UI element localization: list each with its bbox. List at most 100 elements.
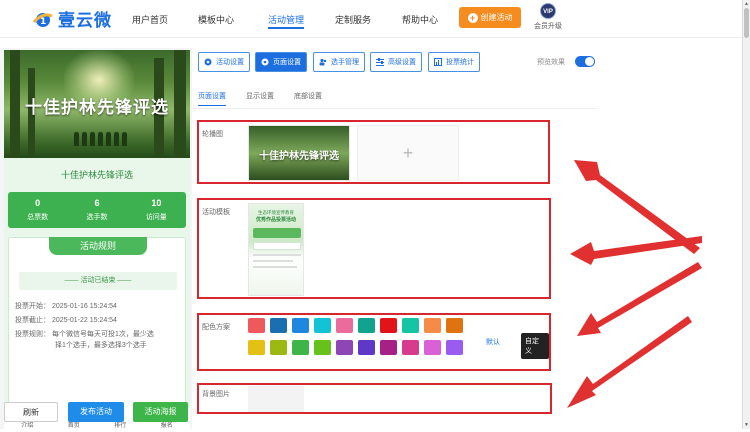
phone-preview[interactable]: 十佳护林先锋评选 十佳护林先锋评选 0 总票数 6 选手数 10 访问量 活动规… [4,50,190,408]
create-activity-button[interactable]: + 创建活动 [459,7,521,28]
tab-vote-stats[interactable]: 投票统计 [428,52,480,72]
logo-icon: 1 [32,8,54,30]
template-card [253,242,301,250]
template-line [253,266,297,268]
scroll-down-icon[interactable]: ▼ [744,422,749,428]
carousel-section: 轮播图 十佳护林先锋评选 + [197,120,550,184]
color-swatch[interactable] [358,318,375,333]
preview-app-title: 十佳护林先锋评选 [60,170,133,180]
add-carousel-button[interactable]: + [357,125,459,181]
activity-ended-notice: —— 活动已结束 —— [19,272,177,290]
template-section: 活动模板 生态环境宣传教育 优秀作品投票活动 [197,198,551,299]
preview-banner: 十佳护林先锋评选 [4,50,190,158]
tab-label: 活动设置 [216,59,244,66]
stat-label: 选手数 [86,214,108,221]
settings-area: 活动设置 页面设置 选手管理 高级设置 投票统计 预览效果 页面设置 显示设置 … [192,38,742,429]
color-swatch[interactable] [248,318,265,333]
tab-activity-settings[interactable]: 活动设置 [198,52,250,72]
color-swatch[interactable] [292,318,309,333]
rules-card: 活动规则 —— 活动已结束 —— 投票开始： 2025-01-16 15:24:… [8,237,186,408]
color-swatch[interactable] [402,318,419,333]
color-swatch[interactable] [446,340,463,355]
template-label: 活动模板 [202,209,230,216]
nav-help[interactable]: 帮助中心 [402,13,438,26]
person-shape [74,132,79,146]
preview-toggle[interactable] [575,56,595,67]
banner-title: 十佳护林先锋评选 [25,98,169,117]
color-swatch[interactable] [336,340,353,355]
reset-button[interactable]: 刷新 [4,402,58,422]
vip-badge-icon: VIP [540,3,556,19]
subtab-footer-settings[interactable]: 底部设置 [294,91,322,101]
color-swatch[interactable] [380,340,397,355]
nav-custom-service[interactable]: 定制服务 [335,13,371,26]
poster-button[interactable]: 活动海报 [133,402,188,422]
template-title-2: 优秀作品投票活动 [255,217,296,223]
color-swatch[interactable] [424,318,441,333]
stat-value: 6 [94,198,100,208]
tab-advanced-settings[interactable]: 高级设置 [370,52,422,72]
carousel-label: 轮播图 [202,131,223,138]
color-swatch[interactable] [270,340,287,355]
plus-icon: + [467,12,478,23]
stat-contestants: 6 选手数 [67,192,126,228]
top-navbar: 1 壹云微 用户首页 模板中心 活动管理 定制服务 帮助中心 + 创建活动 VI… [0,0,742,38]
subtab-display-settings[interactable]: 显示设置 [246,91,274,101]
custom-color-button[interactable]: 自定义 [521,333,549,359]
vote-start-line: 投票开始： 2025-01-16 15:24:54 [15,303,117,310]
color-swatch[interactable] [336,318,353,333]
background-image-label: 背景图片 [202,391,230,398]
rules-title: 活动规则 [49,237,147,255]
publish-button[interactable]: 发布活动 [68,402,124,422]
person-shape [106,132,111,146]
vote-end-line: 投票截止： 2025-01-22 15:24:54 [15,317,117,324]
color-swatch[interactable] [292,340,309,355]
default-color-link[interactable]: 默认 [486,337,500,347]
subtab-page-settings[interactable]: 页面设置 [198,91,226,106]
template-thumbnail[interactable]: 生态环境宣传教育 优秀作品投票活动 [248,203,304,296]
tab-contestant-manage[interactable]: 选手管理 [313,52,365,72]
vip-label: 会员升级 [534,23,562,30]
stat-value: 10 [151,198,162,208]
stat-label: 访问量 [145,214,167,221]
stat-label: 总票数 [27,214,49,221]
tab-label: 页面设置 [273,59,301,66]
tab-page-settings[interactable]: 页面设置 [255,52,307,72]
brand-name: 壹云微 [58,11,112,30]
color-swatch[interactable] [446,318,463,333]
svg-text:1: 1 [40,17,46,27]
color-swatch[interactable] [314,340,331,355]
subtab-divider [192,108,598,109]
people-silhouette [74,132,127,146]
person-shape [114,132,119,146]
person-shape [122,132,127,146]
color-swatch[interactable] [380,318,397,333]
scroll-up-icon[interactable]: ▲ [744,1,749,7]
color-swatch[interactable] [358,340,375,355]
nav-templates[interactable]: 模板中心 [198,13,234,26]
background-image-placeholder[interactable] [248,386,304,412]
stat-visits: 10 访问量 [127,192,186,228]
color-swatch[interactable] [424,340,441,355]
carousel-image[interactable]: 十佳护林先锋评选 [248,125,350,181]
brand-logo[interactable]: 1 壹云微 [32,6,112,31]
plus-icon: + [402,143,414,163]
vip-upgrade[interactable]: VIP 会员升级 [533,3,563,31]
nav-activity-manage[interactable]: 活动管理 [268,13,305,29]
background-image-section: 背景图片 [197,383,552,414]
stats-bar: 0 总票数 6 选手数 10 访问量 [8,192,186,228]
scroll-thumb[interactable] [744,8,749,38]
bottom-actions: 刷新 发布活动 活动海报 [0,402,192,429]
color-swatch[interactable] [314,318,331,333]
color-swatch[interactable] [270,318,287,333]
stat-total-votes: 0 总票数 [8,192,67,228]
page-scrollbar[interactable]: ▲ ▼ [742,0,750,429]
preview-toggle-label: 预览效果 [537,59,565,66]
nav-home[interactable]: 用户首页 [132,13,168,26]
page-gear-icon [261,58,269,66]
sliders-icon [376,58,384,66]
color-swatch[interactable] [248,340,265,355]
template-line [253,260,293,262]
color-scheme-label: 配色方案 [202,324,230,331]
color-swatch[interactable] [402,340,419,355]
